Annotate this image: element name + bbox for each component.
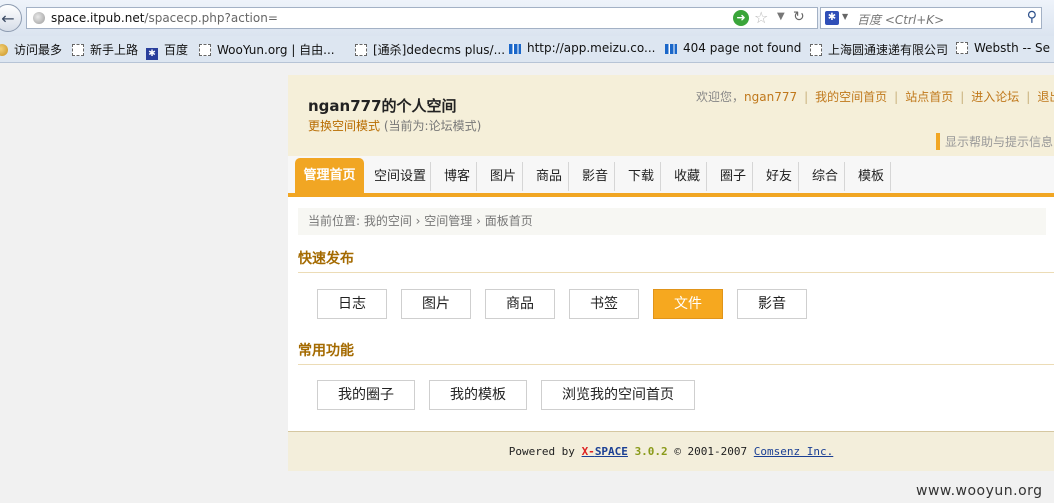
nav-my-space[interactable]: 我的空间首页 <box>815 90 887 104</box>
tab-download[interactable]: 下载 <box>622 162 661 191</box>
search-placeholder: 百度 <Ctrl+K> <box>857 13 945 27</box>
common-functions-title: 常用功能 <box>298 340 1054 365</box>
nav-forum[interactable]: 进入论坛 <box>971 90 1019 104</box>
tab-space-settings[interactable]: 空间设置 <box>370 162 431 191</box>
page-icon <box>72 44 84 56</box>
nav-site-home[interactable]: 站点首页 <box>905 90 953 104</box>
nav-logout[interactable]: 退出 <box>1037 90 1054 104</box>
tab-friends[interactable]: 好友 <box>760 162 799 191</box>
breadcrumb: 当前位置: 我的空间 › 空间管理 › 面板首页 <box>298 208 1046 235</box>
comsenz-link[interactable]: Comsenz Inc. <box>754 445 833 458</box>
bookmark-item[interactable]: 新手上路 <box>72 41 138 58</box>
my-circles-button[interactable]: 我的圈子 <box>317 380 415 410</box>
page-icon <box>199 44 211 56</box>
publish-image-button[interactable]: 图片 <box>401 289 471 319</box>
tab-favorites[interactable]: 收藏 <box>668 162 707 191</box>
globe-icon <box>33 12 45 24</box>
bookmarks-toolbar: 访问最多 新手上路 ✱ 百度 WooYun.org | 自由... [通杀]ded… <box>0 36 1054 63</box>
publish-bookmark-button[interactable]: 书签 <box>569 289 639 319</box>
baidu-paw-icon: ✱ <box>146 48 158 60</box>
publish-file-button[interactable]: 文件 <box>653 289 723 319</box>
bookmark-item[interactable]: 404 page not found <box>665 41 801 55</box>
tab-circles[interactable]: 圈子 <box>714 162 753 191</box>
engine-dropdown-icon[interactable]: ▼ <box>842 12 848 21</box>
magnifier-icon[interactable]: ⚲ <box>1027 9 1037 25</box>
reload-icon[interactable]: ↻ <box>793 9 805 25</box>
page-icon <box>956 42 968 54</box>
browse-my-space-button[interactable]: 浏览我的空间首页 <box>541 380 695 410</box>
bookmark-item[interactable]: WooYun.org | 自由... <box>199 41 335 58</box>
help-toggle[interactable]: 显示帮助与提示信息 <box>936 133 1053 150</box>
welcome-text: 欢迎您， <box>696 90 745 104</box>
mode-row: 更换空间模式 (当前为:论坛模式) <box>308 117 481 134</box>
version: 3.0.2 <box>634 445 668 458</box>
tab-dashboard[interactable]: 管理首页 <box>295 158 364 193</box>
history-dropdown-icon[interactable]: ▼ <box>777 11 785 22</box>
tab-bar: 管理首页 空间设置 博客 图片 商品 影音 下载 收藏 圈子 好友 综合 模板 <box>288 156 1054 197</box>
meizu-icon <box>509 44 521 54</box>
tab-general[interactable]: 综合 <box>806 162 845 191</box>
search-bar[interactable]: ✱ ▼ 百度 <Ctrl+K> ⚲ <box>820 7 1042 29</box>
tab-goods[interactable]: 商品 <box>530 162 569 191</box>
bookmark-item[interactable]: 访问最多 <box>0 41 62 58</box>
browser-toolbar: ← space.itpub.net/spacecp.php?action= ➜ … <box>0 0 1054 36</box>
publish-diary-button[interactable]: 日志 <box>317 289 387 319</box>
page-icon <box>355 44 367 56</box>
bookmark-item[interactable]: http://app.meizu.co... <box>509 41 655 55</box>
footer: Powered by X-SPACE 3.0.2 © 2001-2007 Com… <box>288 431 1054 471</box>
username-link[interactable]: ngan777 <box>744 90 797 104</box>
baidu-paw-icon[interactable]: ✱ <box>825 11 839 25</box>
page-icon <box>810 44 822 56</box>
meizu-icon <box>665 44 677 54</box>
switch-mode-link[interactable]: 更换空间模式 <box>308 119 380 133</box>
xspace-link[interactable]: X-SPACE <box>582 445 628 458</box>
space-title: ngan777的个人空间 <box>308 97 457 115</box>
url-text: space.itpub.net/spacecp.php?action= <box>51 11 278 25</box>
copyright: © 2001-2007 <box>674 445 748 458</box>
back-arrow-icon[interactable]: ← <box>0 4 22 32</box>
bookmark-star-icon[interactable]: ☆ <box>754 8 768 27</box>
watermark: www.wooyun.org <box>916 483 1043 499</box>
bookmark-item[interactable]: 上海圆通速递有限公司 <box>810 41 948 58</box>
page-icon <box>0 44 8 56</box>
tab-media[interactable]: 影音 <box>576 162 615 191</box>
address-bar[interactable]: space.itpub.net/spacecp.php?action= ➜ ☆ … <box>26 7 818 29</box>
tab-images[interactable]: 图片 <box>484 162 523 191</box>
tab-templates[interactable]: 模板 <box>852 162 891 191</box>
mode-note: (当前为:论坛模式) <box>383 119 482 133</box>
publish-goods-button[interactable]: 商品 <box>485 289 555 319</box>
go-arrow-icon[interactable]: ➜ <box>733 10 749 26</box>
tab-blog[interactable]: 博客 <box>438 162 477 191</box>
publish-media-button[interactable]: 影音 <box>737 289 807 319</box>
my-templates-button[interactable]: 我的模板 <box>429 380 527 410</box>
bookmark-item[interactable]: [通杀]dedecms plus/... <box>355 41 505 58</box>
quick-publish-title: 快速发布 <box>298 248 1054 273</box>
space-header: ngan777的个人空间 更换空间模式 (当前为:论坛模式) 欢迎您，ngan7… <box>288 75 1054 156</box>
top-nav: 欢迎您，ngan777|我的空间首页|站点首页|进入论坛|退出 <box>696 88 1054 105</box>
bookmark-item[interactable]: Websth -- Se <box>956 41 1050 55</box>
space-panel: ngan777的个人空间 更换空间模式 (当前为:论坛模式) 欢迎您，ngan7… <box>288 75 1054 471</box>
bookmark-item[interactable]: ✱ 百度 <box>146 41 188 60</box>
